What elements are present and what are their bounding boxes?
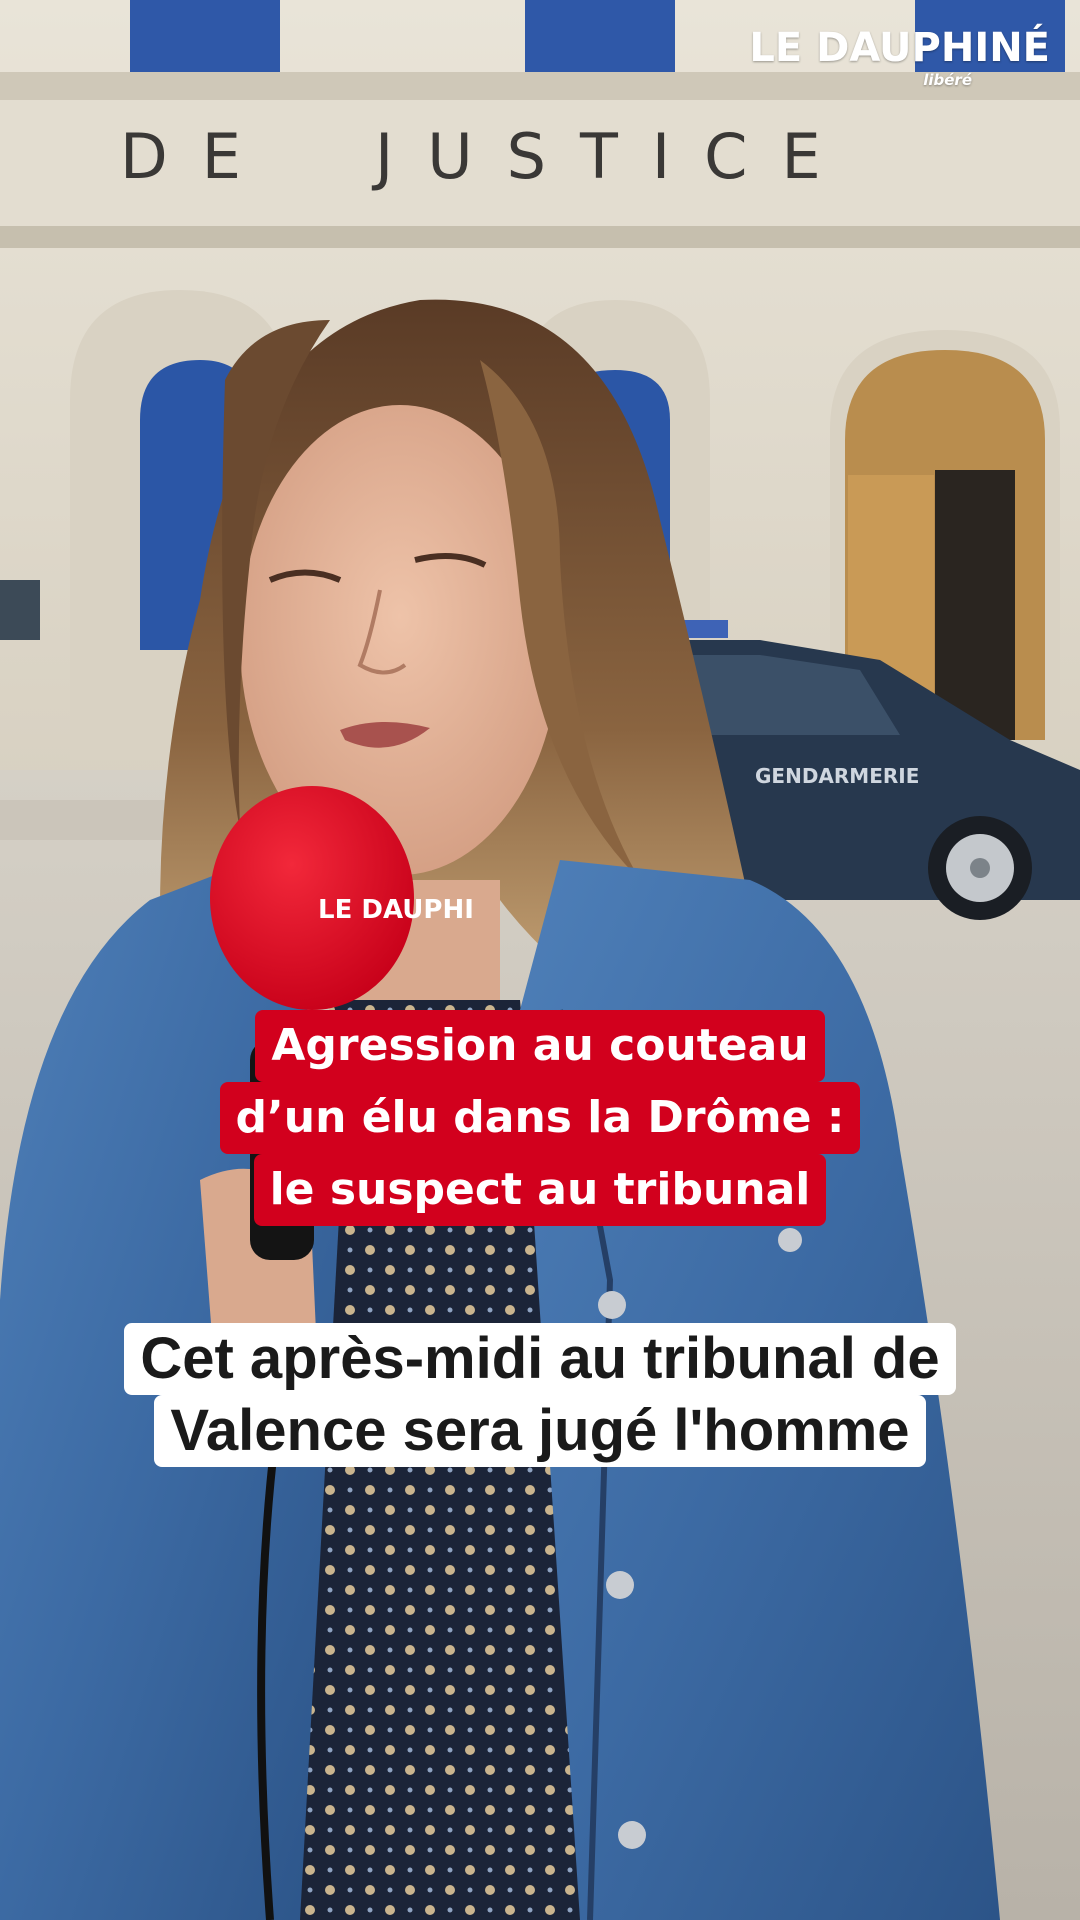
inscription-text: DE bbox=[120, 120, 275, 193]
scene-background: DE JUSTICE GENDARMERIE LE DAUPHI bbox=[0, 0, 1080, 1920]
svg-text:JUSTICE: JUSTICE bbox=[371, 120, 855, 193]
headline-caption: Agression au couteau d’un élu dans la Dr… bbox=[0, 1010, 1080, 1226]
subtitle-caption: Cet après-midi au tribunal de Valence se… bbox=[0, 1323, 1080, 1467]
video-frame: DE JUSTICE GENDARMERIE LE DAUPHI LE DAUP… bbox=[0, 0, 1080, 1920]
subtitle-line-2: Valence sera jugé l'homme bbox=[154, 1395, 926, 1467]
mic-flag-text: LE DAUPHI bbox=[318, 895, 474, 925]
headline-line-2: d’un élu dans la Drôme : bbox=[219, 1082, 861, 1154]
brand-name: LE DAUPHINÉ bbox=[749, 25, 1050, 71]
subtitle-line-1: Cet après-midi au tribunal de bbox=[124, 1323, 956, 1395]
brand-logo: LE DAUPHINÉ libéré bbox=[730, 24, 1050, 88]
headline-line-1: Agression au couteau bbox=[255, 1010, 825, 1082]
headline-line-3: le suspect au tribunal bbox=[253, 1154, 827, 1226]
vehicle-label: GENDARMERIE bbox=[755, 764, 919, 788]
brand-tagline: libéré bbox=[923, 71, 972, 89]
